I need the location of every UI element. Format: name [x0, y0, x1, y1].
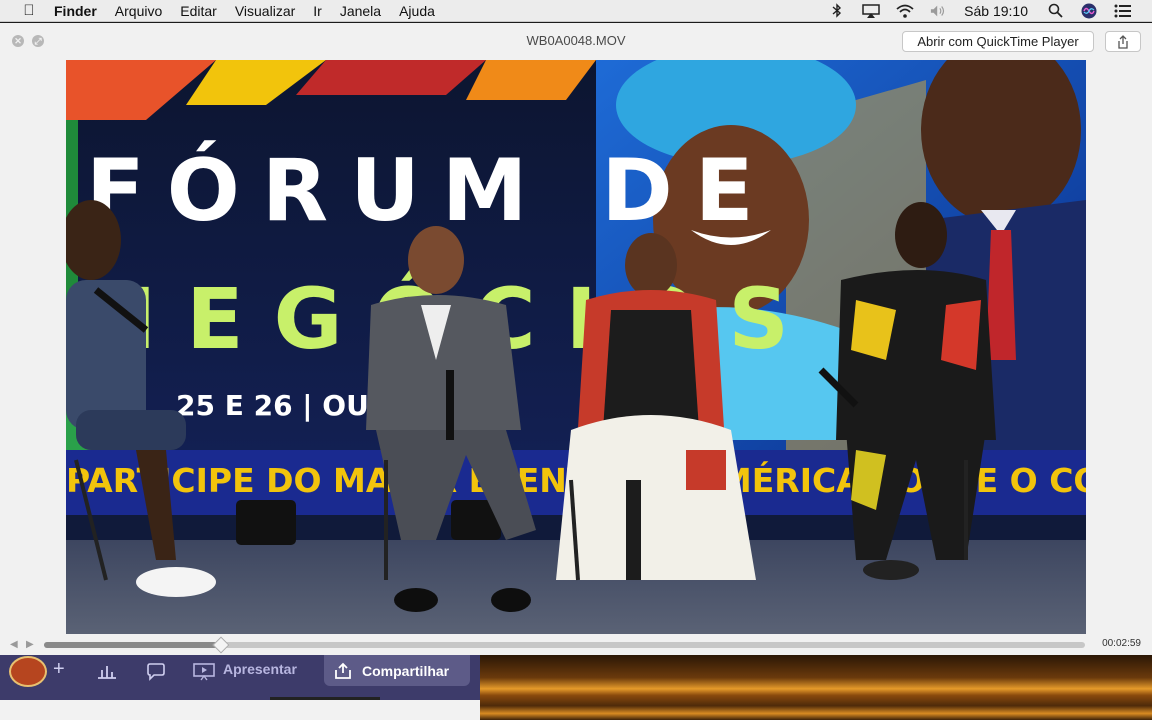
background-app-window: + Apresentar Compartilhar: [0, 655, 480, 720]
volume-icon[interactable]: [930, 3, 948, 19]
present-button[interactable]: Apresentar: [223, 661, 297, 677]
share-icon: [1118, 34, 1128, 49]
status-area: Sáb 19:10: [828, 3, 1132, 19]
video-player[interactable]: FÓRUM DE NEGÓCIOS 25 E 26 | OUTUBR PARTI…: [66, 60, 1086, 634]
menu-editar[interactable]: Editar: [180, 3, 217, 19]
title-bar: ✕ ⤢ WB0A0048.MOV Abrir com QuickTime Pla…: [0, 23, 1152, 59]
menu-ajuda[interactable]: Ajuda: [399, 3, 435, 19]
share-button[interactable]: [1105, 31, 1141, 52]
airplay-icon[interactable]: [862, 3, 880, 19]
open-with-quicktime-button[interactable]: Abrir com QuickTime Player: [902, 31, 1094, 52]
playhead-handle[interactable]: [212, 636, 230, 654]
progress-track[interactable]: [44, 636, 1085, 654]
progress-fill: [44, 642, 221, 648]
menu-app-name[interactable]: Finder: [54, 3, 97, 19]
notification-center-icon[interactable]: [1114, 3, 1132, 19]
bluetooth-icon[interactable]: [828, 3, 846, 19]
wifi-icon[interactable]: [896, 3, 914, 19]
chart-icon[interactable]: [97, 663, 117, 684]
comment-icon[interactable]: [146, 663, 166, 686]
menu-janela[interactable]: Janela: [340, 3, 381, 19]
clock[interactable]: Sáb 19:10: [964, 3, 1028, 19]
menu-ir[interactable]: Ir: [313, 3, 322, 19]
share-label: Compartilhar: [362, 662, 450, 679]
quick-look-window: ✕ ⤢ WB0A0048.MOV Abrir com QuickTime Pla…: [0, 23, 1152, 655]
menu-bar:  Finder Arquivo Editar Visualizar Ir Ja…: [0, 0, 1152, 22]
present-icon[interactable]: [193, 663, 215, 686]
upload-icon: [335, 662, 351, 679]
banner-title-line1: FÓRUM DE: [86, 140, 776, 241]
avatar[interactable]: [9, 656, 47, 687]
search-icon[interactable]: [1046, 3, 1064, 19]
timecode: 00:02:59: [1102, 638, 1141, 649]
playback-bar: ◀ ▶ 00:02:59: [0, 634, 1152, 655]
previous-frame-icon[interactable]: ◀: [10, 639, 18, 650]
background-app-lower-panel: [0, 700, 480, 720]
desktop-wallpaper: [480, 655, 1152, 720]
next-frame-icon[interactable]: ▶: [26, 639, 34, 650]
apple-icon[interactable]: : [19, 2, 39, 19]
video-frame: FÓRUM DE NEGÓCIOS 25 E 26 | OUTUBR PARTI…: [66, 60, 1086, 634]
share-button-bg-app[interactable]: Compartilhar: [324, 655, 470, 686]
add-icon[interactable]: +: [53, 658, 65, 681]
siri-icon[interactable]: [1080, 3, 1098, 19]
menu-visualizar[interactable]: Visualizar: [235, 3, 295, 19]
menu-arquivo[interactable]: Arquivo: [115, 3, 162, 19]
